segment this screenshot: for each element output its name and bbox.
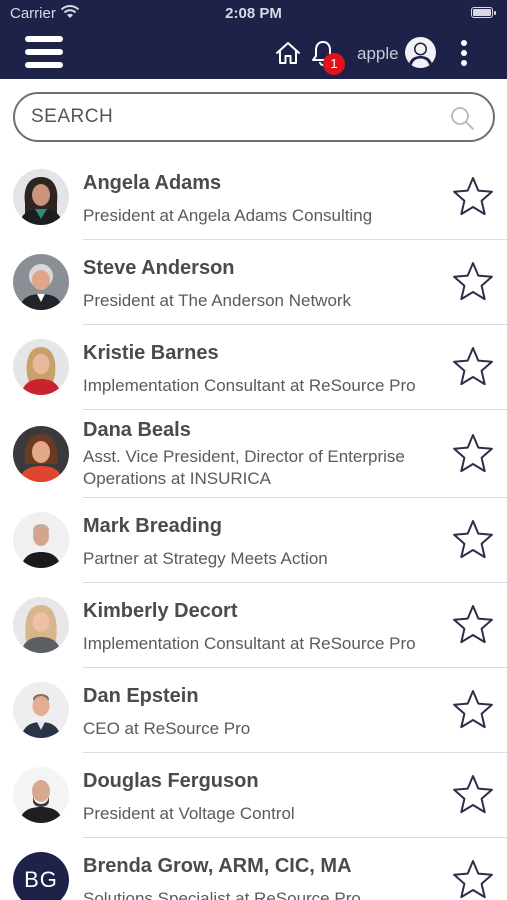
contact-title: President at Angela Adams Consulting (83, 206, 373, 225)
battery-icon (471, 7, 496, 18)
contact-title: President at The Anderson Network (83, 291, 352, 310)
list-item[interactable]: Douglas Ferguson President at Voltage Co… (0, 753, 507, 838)
home-icon[interactable] (275, 40, 301, 66)
list-item[interactable]: Steve Anderson President at The Anderson… (0, 240, 507, 325)
star-icon[interactable] (451, 603, 495, 647)
contact-name: Angela Adams (83, 172, 222, 194)
contact-title: Solutions Specialist at ReSource Pro (83, 889, 361, 900)
contact-title: Implementation Consultant at ReSource Pr… (83, 376, 416, 395)
list-item[interactable]: Angela Adams President at Angela Adams C… (0, 155, 507, 240)
star-icon[interactable] (451, 773, 495, 817)
list-item[interactable]: Dan Epstein CEO at ReSource Pro (0, 668, 507, 753)
star-icon[interactable] (451, 432, 495, 476)
contact-list: Angela Adams President at Angela Adams C… (0, 155, 507, 900)
clock: 2:08 PM (225, 5, 282, 22)
contact-name: Dana Beals (83, 419, 191, 441)
contact-name: Dan Epstein (83, 685, 199, 707)
menu-icon[interactable] (25, 36, 63, 68)
user-avatar-icon[interactable] (405, 37, 436, 68)
list-item[interactable]: Kimberly Decort Implementation Consultan… (0, 583, 507, 668)
star-icon[interactable] (451, 858, 495, 900)
search-bar[interactable] (13, 92, 495, 142)
search-input[interactable] (31, 104, 431, 130)
avatar (13, 767, 69, 823)
contact-name: Mark Breading (83, 515, 222, 537)
avatar (13, 682, 69, 738)
contact-title: President at Voltage Control (83, 804, 295, 823)
avatar (13, 169, 69, 225)
nav-bar: apple (0, 28, 507, 79)
user-name[interactable]: apple (357, 44, 399, 64)
avatar (13, 426, 69, 482)
star-icon[interactable] (451, 260, 495, 304)
list-item[interactable]: Dana Beals Asst. Vice President, Directo… (0, 410, 507, 498)
contact-name: Kristie Barnes (83, 342, 219, 364)
star-icon[interactable] (451, 688, 495, 732)
star-icon[interactable] (451, 175, 495, 219)
search-icon[interactable] (449, 105, 475, 131)
avatar (13, 339, 69, 395)
avatar: BG (13, 852, 69, 900)
contact-title: CEO at ReSource Pro (83, 719, 251, 738)
avatar (13, 254, 69, 310)
star-icon[interactable] (451, 518, 495, 562)
status-bar: Carrier 2:08 PM (0, 0, 507, 28)
list-item[interactable]: Kristie Barnes Implementation Consultant… (0, 325, 507, 410)
avatar (13, 597, 69, 653)
contact-name: Steve Anderson (83, 257, 235, 279)
contact-title: Implementation Consultant at ReSource Pr… (83, 634, 416, 653)
contact-title: Partner at Strategy Meets Action (83, 549, 328, 568)
list-item[interactable]: Mark Breading Partner at Strategy Meets … (0, 498, 507, 583)
contact-name: Douglas Ferguson (83, 770, 259, 792)
star-icon[interactable] (451, 345, 495, 389)
contact-title: Asst. Vice President, Director of Enterp… (83, 447, 405, 488)
notification-badge: 1 (323, 53, 345, 75)
contact-name: Brenda Grow, ARM, CIC, MA (83, 855, 352, 877)
contact-name: Kimberly Decort (83, 600, 238, 622)
list-item[interactable]: BG Brenda Grow, ARM, CIC, MA Solutions S… (0, 838, 507, 900)
more-vertical-icon[interactable] (457, 40, 471, 68)
avatar (13, 512, 69, 568)
